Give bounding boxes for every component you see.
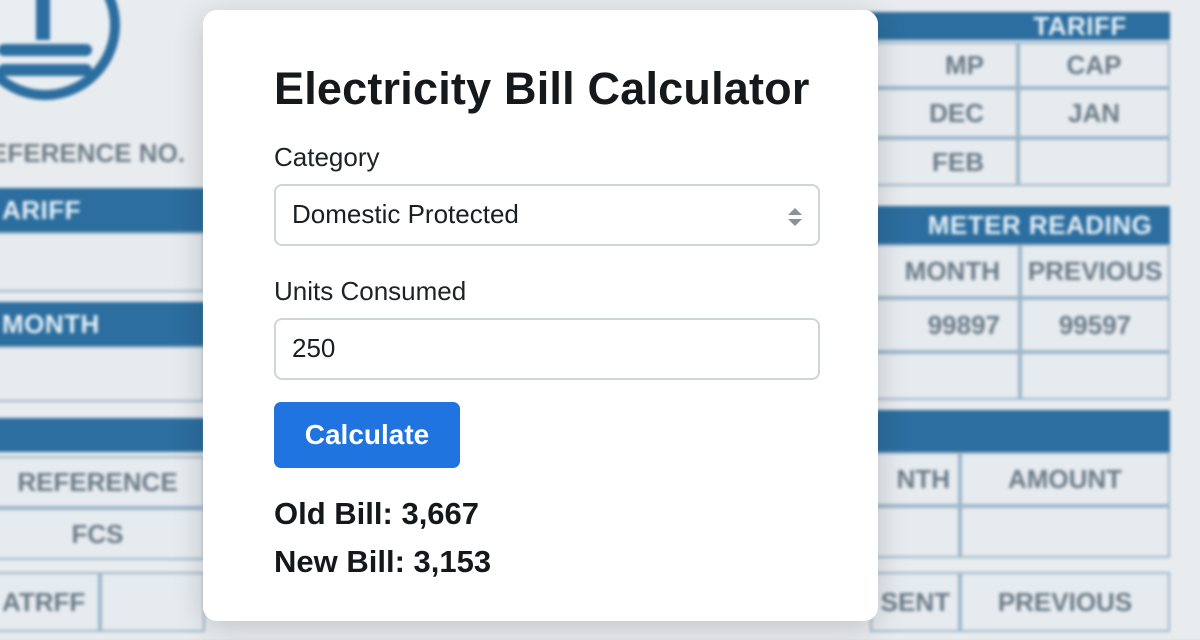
bg-tariff-cell: DEC [870, 88, 1018, 138]
old-bill-result: Old Bill: 3,667 [274, 498, 820, 529]
bg-tariff-bar-right: TARIFF [870, 11, 1170, 41]
bg-cell [100, 572, 205, 632]
bg-tariff-cell: MP [870, 42, 1018, 88]
select-arrows-icon [788, 207, 802, 226]
bg-reference-no: EFERENCE NO. [0, 138, 186, 168]
bg-meter-value: 99597 [1020, 298, 1170, 352]
bg-cell [870, 352, 1020, 400]
bg-atrff: ATRFF [0, 572, 100, 632]
bg-cell [0, 346, 205, 402]
bg-sent: SENT [870, 572, 960, 632]
bg-meter-value: 99897 [870, 298, 1020, 352]
old-bill-label: Old Bill: [274, 495, 393, 531]
calculate-button[interactable]: Calculate [274, 401, 460, 468]
new-bill-label: New Bill: [274, 543, 405, 579]
bg-meter-bar: METER READING [870, 206, 1170, 244]
old-bill-value: 3,667 [401, 495, 480, 531]
bg-tariff-cell: CAP [1018, 42, 1170, 88]
bg-amount: AMOUNT [960, 452, 1170, 506]
bg-meter-header: MONTH [870, 244, 1020, 298]
calculator-card: Electricity Bill Calculator Category Dom… [203, 10, 878, 621]
bg-previous: PREVIOUS [960, 572, 1170, 632]
new-bill-value: 3,153 [413, 543, 492, 579]
units-input[interactable] [292, 333, 818, 364]
bg-meter-header: PREVIOUS [1020, 244, 1170, 298]
page-title: Electricity Bill Calculator [274, 63, 810, 114]
bg-bar [0, 418, 205, 452]
bg-nth: NTH [870, 452, 960, 506]
bg-bar [870, 410, 1170, 452]
bg-fcs: FCS [0, 508, 205, 560]
bg-tariff-bar: ARIFF [0, 188, 205, 232]
bg-tariff-cell: JAN [1018, 88, 1170, 138]
category-selected-value: Domestic Protected [292, 199, 519, 229]
units-field-wrapper [274, 317, 820, 380]
bg-tariff-cell: FEB [870, 138, 1018, 186]
category-select[interactable]: Domestic Protected [274, 183, 820, 246]
bg-month-bar: MONTH [0, 302, 205, 346]
bg-cell [0, 232, 205, 292]
bg-cell [870, 506, 960, 558]
new-bill-result: New Bill: 3,153 [274, 546, 820, 577]
bg-reference: REFERENCE [0, 456, 205, 508]
bg-tariff-cell [1018, 138, 1170, 186]
bg-cell [1020, 352, 1170, 400]
bg-cell [960, 506, 1170, 558]
category-label: Category [274, 141, 380, 172]
utility-logo-icon [0, 0, 120, 100]
units-label: Units Consumed [274, 275, 467, 306]
